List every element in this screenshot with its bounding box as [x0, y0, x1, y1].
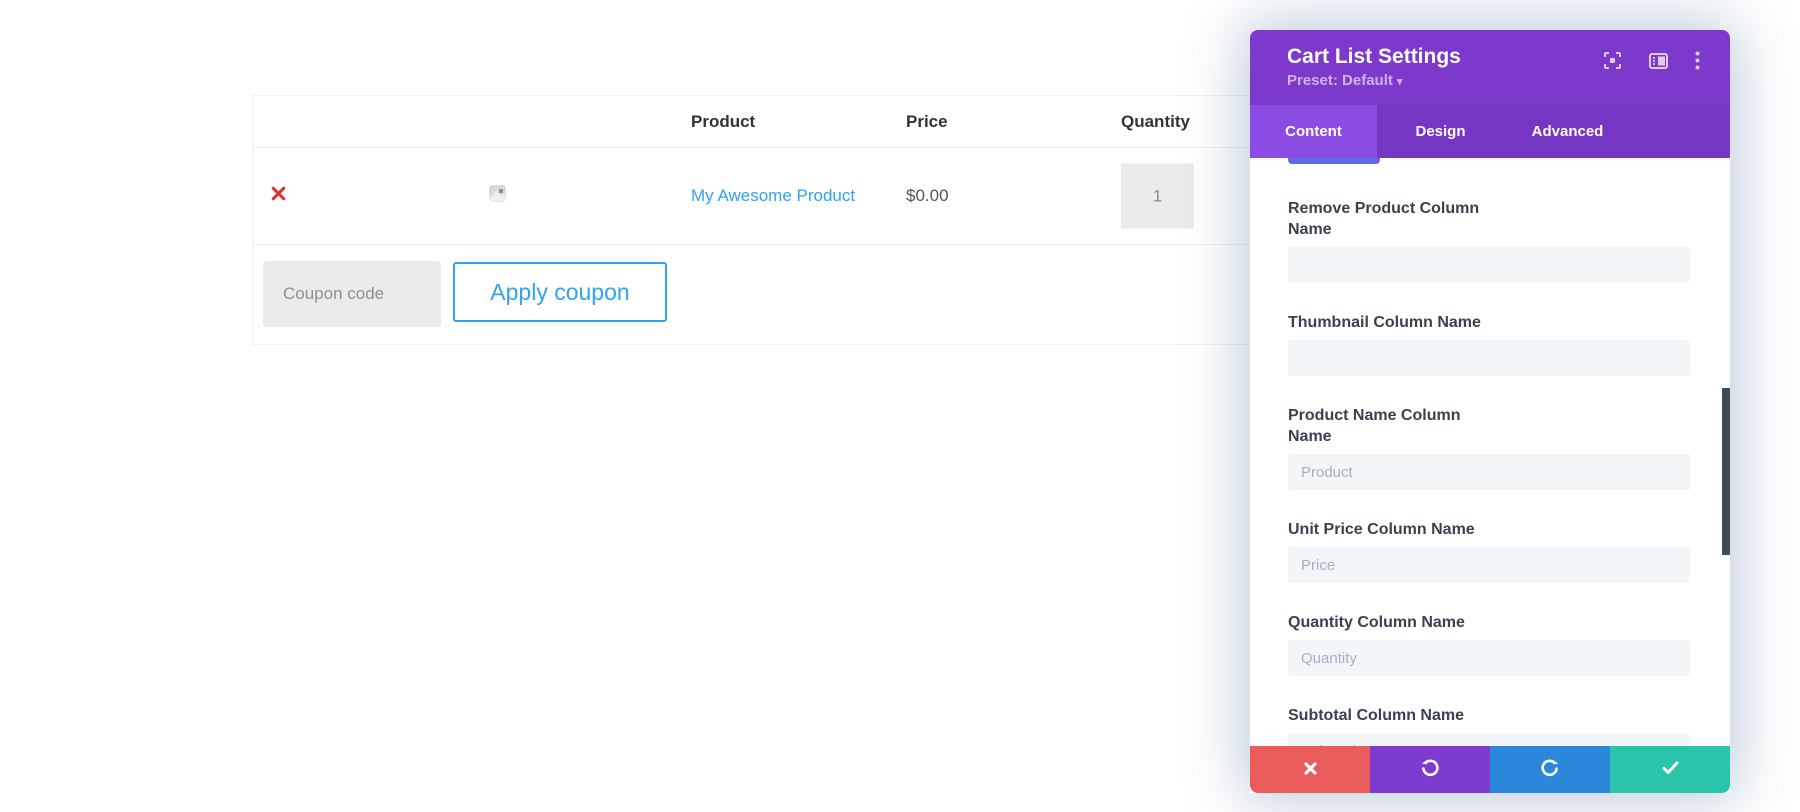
- tab-design[interactable]: Design: [1377, 105, 1504, 158]
- product-name-column-name-input[interactable]: [1288, 454, 1690, 490]
- preset-label: Preset: Default: [1287, 72, 1393, 89]
- field-product-name-column-name: Product Name Column Name: [1288, 405, 1690, 490]
- modal-tabs: Content Design Advanced: [1250, 105, 1730, 164]
- field-remove-product-column-name: Remove Product Column Name: [1288, 198, 1690, 283]
- redo-icon: [1541, 759, 1559, 780]
- active-tab-indicator: [1288, 158, 1380, 164]
- column-header-price: Price: [906, 112, 948, 131]
- quantity-column-name-input[interactable]: [1288, 640, 1690, 676]
- field-unit-price-column-name: Unit Price Column Name: [1288, 519, 1690, 583]
- x-icon: [1303, 761, 1318, 779]
- save-button[interactable]: [1610, 746, 1730, 793]
- tab-advanced[interactable]: Advanced: [1504, 105, 1631, 158]
- caret-down-icon: ▾: [1396, 76, 1403, 88]
- undo-button[interactable]: [1370, 746, 1490, 793]
- undo-icon: [1421, 759, 1439, 780]
- redo-button[interactable]: [1490, 746, 1610, 793]
- expand-icon[interactable]: [1603, 51, 1622, 75]
- kebab-menu-icon[interactable]: [1695, 51, 1700, 75]
- product-thumbnail-placeholder-icon: [489, 185, 506, 207]
- modal-footer: [1250, 746, 1730, 793]
- thumbnail-column-name-input[interactable]: [1288, 340, 1690, 376]
- modal-content-area: Remove Product Column Name Thumbnail Col…: [1250, 158, 1730, 793]
- column-header-quantity: Quantity: [1121, 112, 1190, 131]
- field-label: Thumbnail Column Name: [1288, 314, 1481, 331]
- field-label: Subtotal Column Name: [1288, 707, 1465, 724]
- unit-price-column-name-input[interactable]: [1288, 547, 1690, 583]
- modal-header[interactable]: Cart List Settings Preset: Default ▾: [1250, 30, 1730, 105]
- coupon-code-input[interactable]: [263, 261, 441, 327]
- cart-list-settings-modal: Cart List Settings Preset: Default ▾ Con…: [1250, 30, 1730, 793]
- discard-button[interactable]: [1250, 746, 1370, 793]
- modal-header-icons: [1603, 51, 1700, 75]
- field-label: Remove Product Column Name: [1288, 200, 1480, 238]
- product-price: $0.00: [906, 186, 949, 205]
- remove-product-column-name-input[interactable]: [1288, 247, 1690, 283]
- field-label: Product Name Column Name: [1288, 407, 1461, 445]
- tab-content[interactable]: Content: [1250, 105, 1377, 158]
- remove-item-icon[interactable]: [266, 185, 290, 207]
- page: Product Price Quantity My Awesome Produc…: [0, 0, 1800, 812]
- column-header-product: Product: [691, 112, 756, 131]
- modal-scrollbar-thumb[interactable]: [1722, 388, 1730, 555]
- field-quantity-column-name: Quantity Column Name: [1288, 612, 1690, 676]
- layout-toggle-icon[interactable]: [1649, 52, 1668, 74]
- field-thumbnail-column-name: Thumbnail Column Name: [1288, 312, 1690, 376]
- product-name-link[interactable]: My Awesome Product: [691, 186, 855, 206]
- apply-coupon-button[interactable]: Apply coupon: [453, 262, 667, 322]
- quantity-input[interactable]: [1121, 163, 1194, 229]
- field-label: Unit Price Column Name: [1288, 521, 1475, 538]
- check-icon: [1662, 761, 1679, 778]
- field-label: Quantity Column Name: [1288, 614, 1465, 631]
